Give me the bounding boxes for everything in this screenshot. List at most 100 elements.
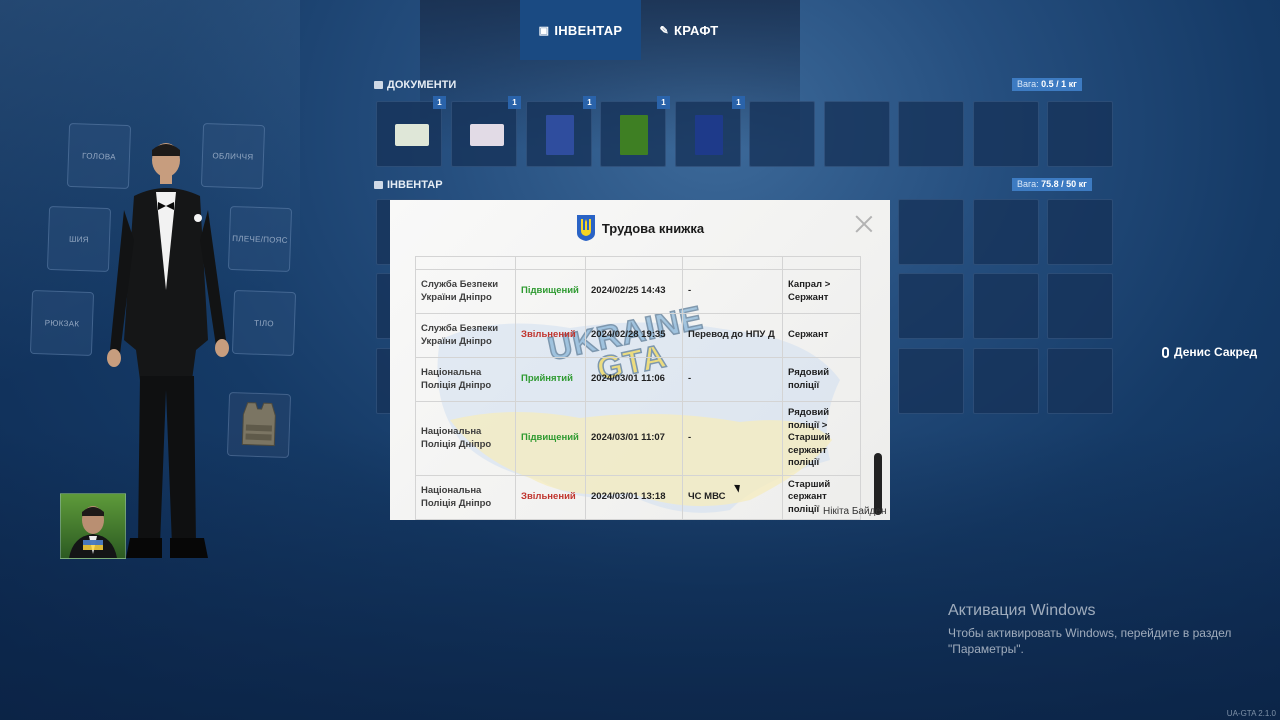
tab-inventory[interactable]: ▣ ІНВЕНТАР xyxy=(520,0,641,60)
table-row: Національна Поліція Дніпро Звільнений 2024… xyxy=(415,475,861,520)
cell-org: Національна Поліція Дніпро xyxy=(415,357,516,402)
inventory-slot[interactable] xyxy=(1047,348,1113,414)
equip-slot-shoulder[interactable]: ПЛЕЧЕ/ПОЯС xyxy=(227,205,293,273)
cell-org: Національна Поліція Дніпро xyxy=(415,401,516,476)
microphone-icon xyxy=(1162,346,1169,358)
document-slot[interactable] xyxy=(1047,101,1113,167)
table-cell xyxy=(515,256,586,270)
inventory-weight-label: Вага: xyxy=(1017,179,1039,189)
body-armor-icon xyxy=(241,402,276,447)
equip-slot-neck[interactable]: ШИЯ xyxy=(46,205,112,273)
inventory-weight: Вага: 75.8 / 50 кг xyxy=(1012,178,1092,191)
cell-date: 2024/02/25 14:43 xyxy=(585,269,683,314)
equip-slot-shoulder-label: ПЛЕЧЕ/ПОЯС xyxy=(232,233,288,245)
cell-date: 2024/03/01 11:07 xyxy=(585,401,683,476)
cell-rank: Капрал > Сержант xyxy=(782,269,861,314)
equip-slot-body-label: ТІЛО xyxy=(253,318,275,328)
windows-activation-line1: Чтобы активировать Windows, перейдите в … xyxy=(948,626,1232,640)
inventory-slot[interactable] xyxy=(898,273,964,339)
cell-action: Звільнений xyxy=(515,475,586,520)
cell-rank: Рядовий поліції > Старший сержант поліці… xyxy=(782,401,861,476)
cell-reason: ЧС МВС xyxy=(682,475,783,520)
signature: Нікіта Байден xyxy=(823,506,887,517)
cell-action: Прийнятий xyxy=(515,357,586,402)
passport-icon xyxy=(620,115,648,155)
tab-craft[interactable]: ✎ КРАФТ xyxy=(645,0,733,60)
document-slot[interactable] xyxy=(973,101,1039,167)
document-slot[interactable]: 1 xyxy=(600,96,670,167)
cell-rank: Рядовий поліції xyxy=(782,357,861,402)
id-card-icon xyxy=(395,124,429,146)
id-card-icon xyxy=(374,81,383,89)
cell-action: Звільнений xyxy=(515,313,586,358)
passport-icon xyxy=(546,115,574,155)
equip-slot-backpack-label: РЮКЗАК xyxy=(44,317,80,329)
inventory-slot[interactable] xyxy=(1047,199,1113,265)
cell-org: Служба Безпеки України Дніпро xyxy=(415,313,516,358)
document-slot[interactable]: 1 xyxy=(376,96,446,167)
documents-weight: Вага: 0.5 / 1 кг xyxy=(1012,78,1082,91)
close-icon[interactable] xyxy=(855,215,873,233)
equip-slot-backpack[interactable]: РЮКЗАК xyxy=(29,289,95,357)
document-slot[interactable] xyxy=(824,101,890,167)
equip-slot-body[interactable]: ТІЛО xyxy=(231,289,297,357)
cell-action: Підвищений xyxy=(515,401,586,476)
cell-action: Підвищений xyxy=(515,269,586,314)
inventory-weight-value: 75.8 / 50 кг xyxy=(1041,179,1087,189)
inventory-slot[interactable] xyxy=(973,348,1039,414)
equip-slot-vest[interactable] xyxy=(226,391,292,459)
equip-slot-neck-label: ШИЯ xyxy=(68,234,90,244)
wrench-icon: ✎ xyxy=(659,24,669,37)
table-cell xyxy=(682,256,783,270)
table-row xyxy=(415,256,861,270)
documents-header: ДОКУМЕНТИ xyxy=(374,79,456,91)
table-cell xyxy=(585,256,683,270)
passport-icon xyxy=(695,115,723,155)
cell-org: Національна Поліція Дніпро xyxy=(415,475,516,520)
item-count-badge: 1 xyxy=(508,96,521,109)
cell-org: Служба Безпеки України Дніпро xyxy=(415,269,516,314)
table-row: Національна Поліція Дніпро Підвищений 2024… xyxy=(415,401,861,476)
cell-rank: Сержант xyxy=(782,313,861,358)
document-slot[interactable] xyxy=(749,101,815,167)
document-slot[interactable]: 1 xyxy=(526,96,596,167)
document-slot[interactable] xyxy=(898,101,964,167)
cell-reason: - xyxy=(682,269,783,314)
cell-reason: - xyxy=(682,401,783,476)
lock-icon xyxy=(374,181,383,189)
table-row: Національна Поліція Дніпро Прийнятий 2024/… xyxy=(415,357,861,402)
document-slot[interactable]: 1 xyxy=(451,96,521,167)
tab-craft-label: КРАФТ xyxy=(673,22,719,38)
cell-date: 2024/03/01 11:06 xyxy=(585,357,683,402)
modal-title: Трудова книжка xyxy=(601,220,705,236)
table-row: Служба Безпеки України Дніпро Звільнений 2… xyxy=(415,313,861,358)
labor-book-table: Служба Безпеки України Дніпро Підвищений 2… xyxy=(415,256,861,520)
id-card-icon xyxy=(470,124,504,146)
inventory-header: ІНВЕНТАР xyxy=(374,179,443,191)
inventory-slot[interactable] xyxy=(973,199,1039,265)
inventory-title: ІНВЕНТАР xyxy=(387,179,443,191)
documents-title: ДОКУМЕНТИ xyxy=(387,79,457,91)
voice-player-name: Денис Сакред xyxy=(1174,345,1258,359)
backpack-icon: ▣ xyxy=(538,24,550,37)
windows-activation-title: Активация Windows xyxy=(948,602,1096,619)
table-cell xyxy=(415,256,516,270)
inventory-slot[interactable] xyxy=(898,348,964,414)
windows-activation-line2: "Параметры". xyxy=(948,642,1024,656)
item-count-badge: 1 xyxy=(583,96,596,109)
item-count-badge: 1 xyxy=(433,96,446,109)
trident-emblem-icon xyxy=(576,215,595,241)
document-slot[interactable]: 1 xyxy=(675,96,745,167)
windows-activation-notice: Активация Windows Чтобы активировать Win… xyxy=(948,602,1231,657)
tab-inventory-label: ІНВЕНТАР xyxy=(554,22,623,38)
cell-date: 2024/02/28 19:35 xyxy=(585,313,683,358)
documents-weight-value: 0.5 / 1 кг xyxy=(1041,79,1077,89)
cell-reason: - xyxy=(682,357,783,402)
voice-indicator: Денис Сакред xyxy=(1162,345,1257,359)
item-count-badge: 1 xyxy=(732,96,745,109)
cell-reason: Перевод до НПУ Д xyxy=(682,313,783,358)
cell-date: 2024/03/01 13:18 xyxy=(585,475,683,520)
inventory-slot[interactable] xyxy=(898,199,964,265)
inventory-slot[interactable] xyxy=(1047,273,1113,339)
inventory-slot[interactable] xyxy=(973,273,1039,339)
